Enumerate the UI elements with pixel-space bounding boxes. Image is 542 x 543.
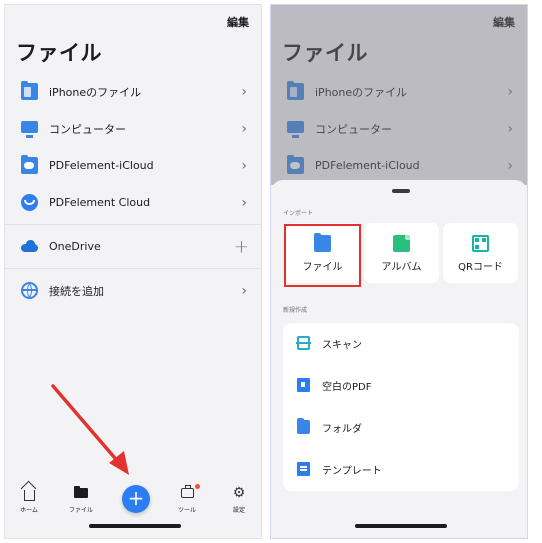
chevron-right-icon: › bbox=[241, 194, 247, 211]
create-scan-button[interactable]: スキャン bbox=[296, 333, 362, 353]
page-title: ファイル bbox=[16, 41, 102, 65]
list-item-label: 接続を追加 bbox=[49, 284, 104, 298]
home-indicator bbox=[89, 524, 181, 528]
create-option-label: スキャン bbox=[322, 339, 362, 351]
import-album-button[interactable]: アルバム bbox=[364, 223, 439, 283]
folder-icon bbox=[297, 418, 310, 434]
sheet-grabber[interactable] bbox=[392, 189, 410, 193]
create-option-label: テンプレート bbox=[322, 465, 382, 477]
folder-icon bbox=[21, 81, 38, 100]
import-qr-button[interactable]: QRコード bbox=[443, 223, 518, 283]
globe-icon bbox=[21, 282, 38, 299]
create-template-button[interactable]: テンプレート bbox=[297, 459, 382, 479]
create-options: スキャン 空白のPDF フォルダ テンプレート bbox=[283, 323, 519, 491]
dim-overlay[interactable] bbox=[271, 5, 527, 185]
import-option-label: QRコード bbox=[458, 262, 503, 273]
chevron-right-icon: › bbox=[241, 282, 247, 299]
divider bbox=[5, 224, 261, 225]
list-item-add-connection[interactable]: 接続を追加 › bbox=[5, 272, 261, 309]
folder-icon bbox=[74, 486, 88, 498]
monitor-icon bbox=[21, 120, 38, 138]
plus-icon[interactable]: + bbox=[234, 236, 249, 257]
tab-home[interactable]: ホーム bbox=[11, 486, 47, 514]
tab-settings[interactable]: ⚙ 設定 bbox=[221, 486, 257, 514]
toolbox-icon bbox=[180, 485, 194, 498]
home-indicator bbox=[355, 524, 447, 528]
highlight-box bbox=[284, 224, 361, 287]
edit-button[interactable]: 編集 bbox=[227, 14, 249, 30]
import-option-label: アルバム bbox=[381, 262, 422, 273]
list-item-pdfelement-icloud[interactable]: PDFelement-iCloud › bbox=[5, 147, 261, 184]
list-item-label: PDFelement-iCloud bbox=[49, 159, 154, 172]
add-sheet: インポート ファイル アルバム QRコード 新規作成 スキャン 空白のPDF フ… bbox=[271, 180, 527, 538]
list-item-onedrive[interactable]: OneDrive + bbox=[5, 228, 261, 265]
gear-icon: ⚙ bbox=[232, 485, 246, 501]
tab-tools[interactable]: ツール bbox=[169, 484, 205, 514]
list-item-label: iPhoneのファイル bbox=[49, 85, 142, 99]
album-icon bbox=[393, 235, 410, 252]
list-item-label: コンピューター bbox=[49, 122, 126, 136]
tab-files[interactable]: ファイル bbox=[63, 486, 99, 514]
import-heading: インポート bbox=[283, 210, 314, 217]
divider bbox=[5, 268, 261, 269]
list-item-label: OneDrive bbox=[49, 240, 101, 253]
left-screen: 編集 ファイル iPhoneのファイル › コンピューター › PDFeleme… bbox=[4, 4, 262, 539]
scan-icon bbox=[296, 336, 311, 350]
notification-badge bbox=[195, 484, 200, 489]
home-icon bbox=[23, 489, 35, 501]
list-item-iphone-files[interactable]: iPhoneのファイル › bbox=[5, 73, 261, 110]
create-folder-button[interactable]: フォルダ bbox=[297, 417, 362, 437]
chevron-right-icon: › bbox=[241, 157, 247, 174]
right-screen: 編集 ファイル iPhoneのファイル › コンピューター › PDFeleme… bbox=[270, 4, 528, 539]
template-icon bbox=[297, 462, 310, 476]
tab-label: ホーム bbox=[20, 507, 38, 514]
tab-label: ファイル bbox=[68, 507, 93, 514]
pdfelement-cloud-icon bbox=[21, 194, 38, 211]
chevron-right-icon: › bbox=[241, 83, 247, 100]
blank-pdf-icon bbox=[297, 378, 310, 392]
list-item-label: PDFelement Cloud bbox=[49, 196, 151, 209]
tab-label: ツール bbox=[177, 507, 196, 514]
create-blank-pdf-button[interactable]: 空白のPDF bbox=[297, 375, 371, 395]
tab-label: 設定 bbox=[232, 507, 245, 514]
create-option-label: 空白のPDF bbox=[322, 381, 372, 393]
onedrive-icon bbox=[21, 238, 38, 255]
list-item-pdfelement-cloud[interactable]: PDFelement Cloud › bbox=[5, 184, 261, 221]
create-option-label: フォルダ bbox=[322, 423, 362, 435]
chevron-right-icon: › bbox=[241, 120, 247, 137]
qr-code-icon bbox=[472, 235, 489, 252]
tab-bar: ホーム ファイル ツール ⚙ 設定 bbox=[5, 480, 261, 538]
create-heading: 新規作成 bbox=[283, 307, 308, 314]
list-item-computer[interactable]: コンピューター › bbox=[5, 110, 261, 147]
cloud-folder-icon bbox=[21, 155, 38, 174]
files-list: iPhoneのファイル › コンピューター › PDFelement-iClou… bbox=[5, 73, 261, 309]
